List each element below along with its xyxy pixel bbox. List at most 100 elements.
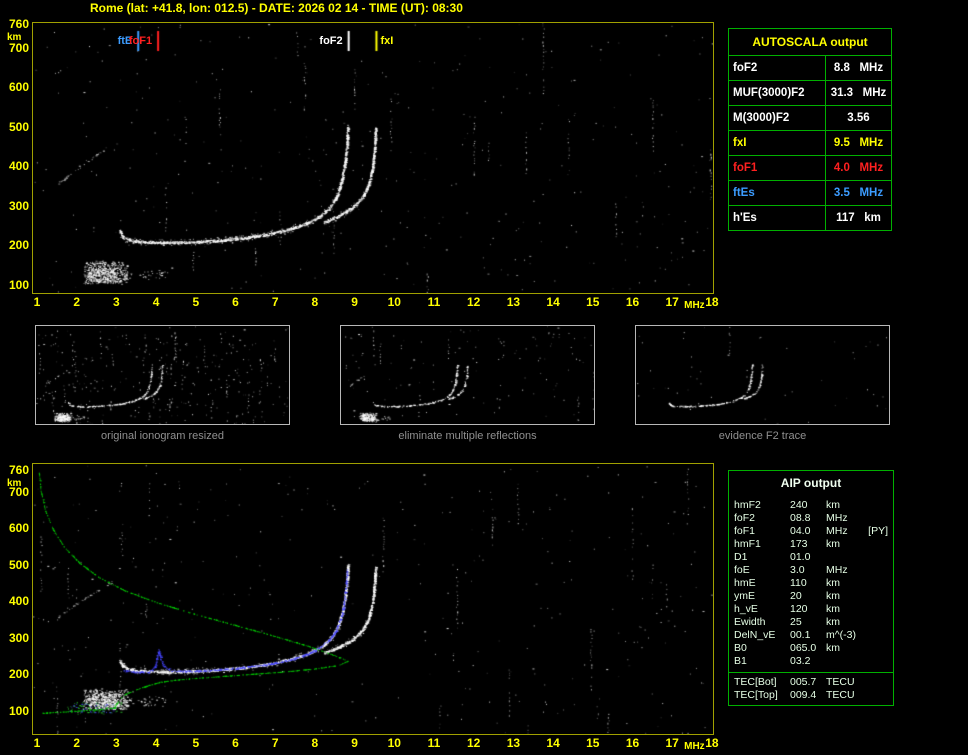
aip-row-D1: D1 01.0 — [729, 551, 893, 564]
x-axis-tick-label: 1 — [33, 736, 41, 750]
y-axis-tick-label: 100 — [8, 703, 29, 718]
parameter-label: h_vE — [734, 603, 758, 615]
parameter-unit: km — [826, 499, 840, 511]
x-axis-tick-label: 6 — [232, 736, 239, 750]
parameter-label: DelN_vE — [734, 629, 776, 641]
x-axis-tick-label: 13 — [506, 295, 521, 309]
parameter-value: 009.4 — [790, 689, 817, 701]
thumbnail-f2-trace — [635, 325, 890, 425]
x-axis-tick-label: 8 — [311, 736, 319, 750]
y-axis-tick-label: 300 — [8, 630, 29, 645]
parameter-note — [866, 655, 888, 668]
x-axis-tick-label: 15 — [586, 295, 600, 309]
parameter-value: 240 — [790, 499, 808, 511]
x-axis-unit-label: MHz — [684, 741, 705, 752]
x-axis-tick-label: 11 — [427, 736, 441, 750]
marker-label-fof1: foF1 — [128, 35, 153, 47]
parameter-label: TEC[Top] — [734, 689, 778, 701]
y-axis-tick-label: 300 — [8, 198, 29, 213]
y-axis-tick-label: 200 — [8, 667, 29, 682]
x-axis-tick-label: 11 — [427, 295, 441, 309]
thumbnail-canvas — [341, 326, 594, 424]
parameter-value: 31.3 MHz — [830, 87, 887, 99]
parameter-note — [866, 551, 888, 564]
x-axis-tick-label: 6 — [232, 295, 239, 309]
parameter-value: 9.5 MHz — [833, 137, 884, 149]
x-axis-tick-label: 4 — [152, 295, 160, 309]
parameter-label: foF2 — [734, 512, 756, 524]
parameter-label: M(3000)F2 — [729, 106, 826, 130]
x-axis-tick-label: 3 — [113, 736, 120, 750]
parameter-note — [866, 499, 888, 512]
y-axis-unit-label: km — [7, 32, 22, 43]
parameter-label: foF1 — [729, 156, 826, 180]
y-axis-tick-label: 760 — [8, 463, 29, 477]
aip-row-DelN_vE: DelN_vE 00.1 m^(-3) — [729, 629, 893, 642]
parameter-label: foE — [734, 564, 750, 576]
y-axis-tick-label: 760 — [8, 17, 29, 31]
parameter-unit: MHz — [826, 512, 848, 524]
autoscala-row-M(3000)F2: M(3000)F2 3.56 — [729, 105, 891, 130]
parameter-label: D1 — [734, 551, 748, 563]
parameter-note: [PY] — [868, 525, 888, 537]
parameter-label: B1 — [734, 655, 747, 667]
parameter-unit: km — [826, 603, 840, 615]
parameter-value: 00.1 — [790, 629, 811, 641]
x-axis-tick-label: 17 — [665, 295, 679, 309]
aip-row-hmF1: hmF1 173 km — [729, 538, 893, 551]
aip-row-hmE: hmE 110 km — [729, 577, 893, 590]
marker-label-fxi: fxI — [380, 35, 394, 47]
aip-row-ymE: ymE 20 km — [729, 590, 893, 603]
parameter-note — [866, 689, 888, 702]
y-axis-tick-label: 100 — [8, 278, 29, 293]
parameter-note — [866, 603, 888, 616]
parameter-unit: km — [826, 616, 840, 628]
parameter-unit: TECU — [826, 676, 855, 688]
parameter-label: B0 — [734, 642, 747, 654]
parameter-unit: MHz — [826, 564, 848, 576]
autoscala-row-ftEs: ftEs 3.5 MHz — [729, 180, 891, 205]
x-axis-tick-label: 9 — [351, 295, 358, 309]
y-axis-tick-label: 600 — [8, 80, 29, 95]
aip-row-TEC[Bot]: TEC[Bot] 005.7 TECU — [729, 676, 893, 689]
parameter-value: 08.8 — [790, 512, 811, 524]
aip-row-foF1: foF1 04.0 MHz [PY] — [729, 525, 893, 538]
parameter-value: 20 — [790, 590, 802, 602]
x-axis-tick-label: 5 — [192, 736, 200, 750]
parameter-value: 8.8 MHz — [833, 62, 884, 74]
x-axis-tick-label: 7 — [271, 736, 279, 750]
thumbnail-multiple-reflections — [340, 325, 595, 425]
aip-row-B1: B1 03.2 — [729, 655, 893, 668]
aip-ionogram-plot — [32, 463, 714, 735]
x-axis-unit-label: MHz — [684, 300, 705, 311]
thumbnail-caption: original ionogram resized — [101, 430, 224, 442]
x-axis-tick-label: 12 — [467, 736, 481, 750]
y-axis-tick-label: 400 — [8, 594, 29, 609]
x-axis-tick-label: 13 — [506, 736, 521, 750]
parameter-value: 173 — [790, 538, 808, 550]
parameter-label: foF2 — [729, 56, 826, 80]
x-axis-tick-label: 9 — [351, 736, 358, 750]
parameter-unit: km — [826, 590, 840, 602]
parameter-label: hmF1 — [734, 538, 761, 550]
parameter-note — [866, 512, 888, 525]
x-axis-tick-label: 16 — [625, 736, 640, 750]
parameter-value: 3.5 MHz — [833, 187, 884, 199]
main-ionogram-plot — [32, 22, 714, 294]
parameter-unit: km — [826, 577, 840, 589]
aip-ionogram-canvas — [33, 464, 713, 734]
parameter-note — [866, 577, 888, 590]
parameter-label: fxI — [729, 131, 826, 155]
parameter-unit: km — [826, 538, 840, 550]
aip-row-h_vE: h_vE 120 km — [729, 603, 893, 616]
thumbnail-canvas — [36, 326, 289, 424]
parameter-unit: TECU — [826, 689, 855, 701]
parameter-unit — [826, 551, 866, 564]
parameter-value: 03.2 — [790, 655, 811, 667]
parameter-value: 01.0 — [790, 551, 811, 563]
autoscala-screen: Rome (lat: +41.8, lon: 012.5) - DATE: 20… — [0, 0, 968, 755]
parameter-unit: MHz — [826, 525, 848, 537]
parameter-note — [866, 616, 888, 629]
x-axis-tick-label: 10 — [387, 736, 401, 750]
y-axis-tick-label: 500 — [8, 557, 29, 572]
